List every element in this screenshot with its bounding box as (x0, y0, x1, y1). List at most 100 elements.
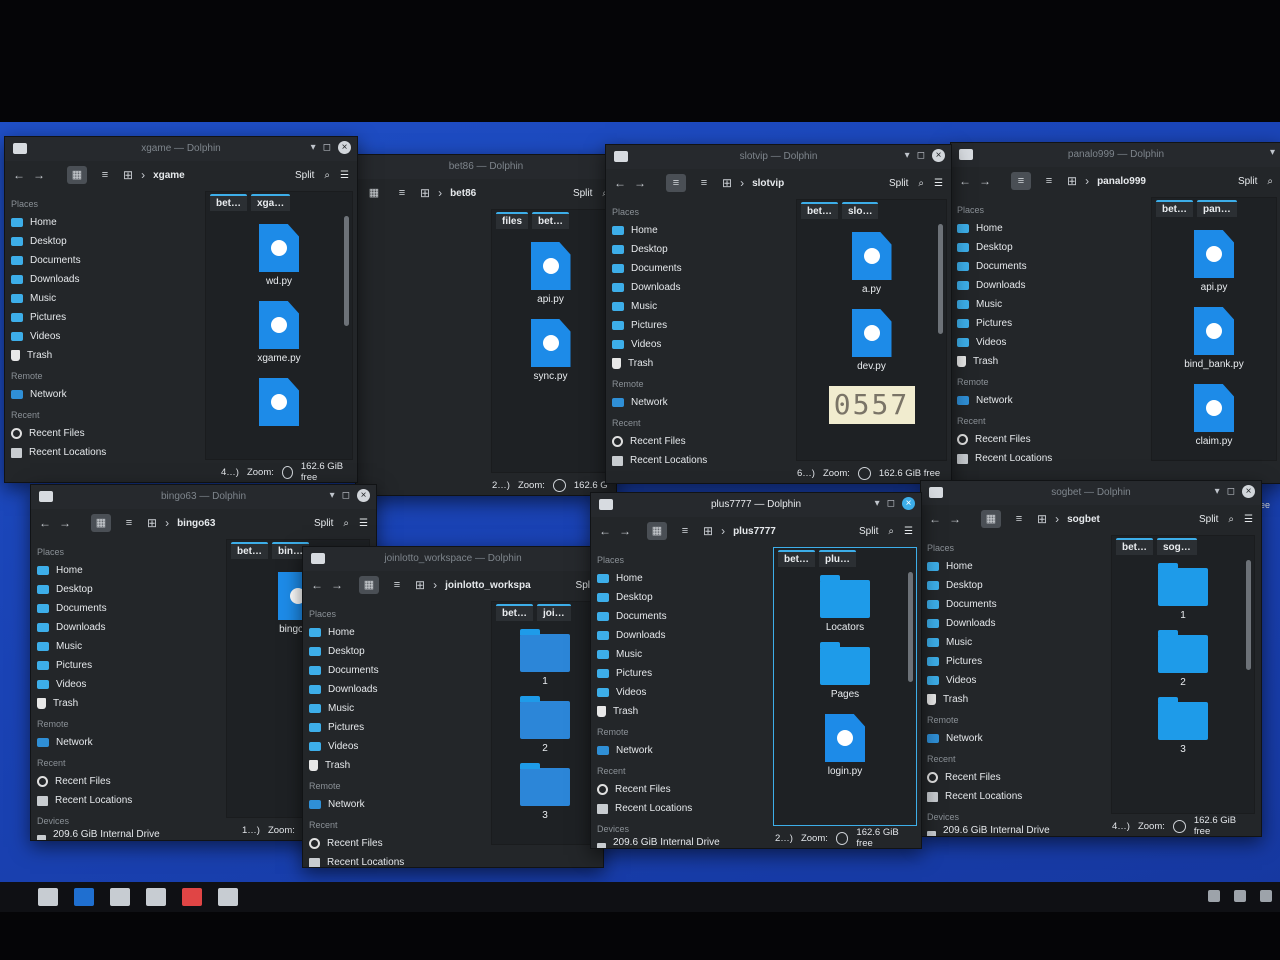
places-item-network[interactable]: Network (309, 795, 459, 814)
folder-item[interactable]: Pages (820, 642, 870, 700)
back-icon[interactable]: ← (929, 512, 941, 526)
tab[interactable]: pan… (1197, 199, 1237, 217)
breadcrumb[interactable]: plus7777 (733, 526, 776, 537)
tab[interactable]: bet… (1156, 199, 1193, 217)
details-view-icon[interactable]: ≡ (119, 514, 139, 532)
folder-item[interactable]: 2 (1158, 630, 1208, 688)
tab[interactable]: bet… (210, 193, 247, 211)
network-icon[interactable] (1260, 890, 1272, 902)
places-item-trash[interactable]: Trash (927, 690, 1077, 709)
places-item-pictures[interactable]: Pictures (927, 652, 1077, 671)
places-item-drive[interactable]: 209.6 GiB Internal Drive (nvme0n1… (37, 829, 187, 840)
file-item[interactable]: sync.py (530, 319, 571, 382)
breadcrumb[interactable]: slotvip (752, 178, 784, 189)
places-item-downloads[interactable]: Downloads (597, 626, 747, 645)
places-item-trash[interactable]: Trash (957, 352, 1107, 371)
maximize-icon[interactable]: ◻ (1227, 486, 1235, 497)
file-item[interactable]: api.py (1194, 230, 1234, 293)
places-item-downloads[interactable]: Downloads (927, 614, 1077, 633)
places-item-documents[interactable]: Documents (37, 599, 187, 618)
places-item-music[interactable]: Music (11, 289, 161, 308)
close-icon[interactable]: × (338, 141, 351, 154)
scrollbar[interactable] (908, 572, 913, 682)
places-item-music[interactable]: Music (597, 645, 747, 664)
places-item-network[interactable]: Network (11, 385, 161, 404)
close-icon[interactable]: × (932, 149, 945, 162)
icons-view-icon[interactable]: ▦ (647, 522, 667, 540)
places-item-pictures[interactable]: Pictures (11, 308, 161, 327)
places-item-documents[interactable]: Documents (309, 661, 459, 680)
minimize-icon[interactable]: ▾ (330, 490, 335, 501)
file-pane[interactable]: files bet… api.py sync.py (491, 209, 610, 473)
places-item-recent-locations[interactable]: Recent Locations (37, 791, 187, 810)
maximize-icon[interactable]: ◻ (323, 142, 331, 153)
dolphin-window-sogbet[interactable]: sogbet — Dolphin ▾ ◻ × ← → ▦ ≡ ⊞ › sogbet … (920, 480, 1262, 837)
folder-item[interactable]: 2 (520, 696, 570, 754)
places-item-documents[interactable]: Documents (927, 595, 1077, 614)
file-item[interactable]: wd.py (259, 224, 299, 287)
file-pane[interactable]: bet… joi… 1 2 3 (491, 601, 599, 845)
places-item-music[interactable]: Music (957, 295, 1107, 314)
places-item-trash[interactable]: Trash (612, 354, 762, 373)
breadcrumb[interactable]: xgame (153, 170, 185, 181)
places-item-trash[interactable]: Trash (309, 756, 459, 775)
title-bar[interactable]: panalo999 — Dolphin ▾ (951, 143, 1280, 167)
desktop-icon[interactable] (74, 888, 94, 906)
terminal-icon[interactable] (110, 888, 130, 906)
location-icon[interactable]: ⊞ (1067, 174, 1077, 188)
dolphin-window-plus7777[interactable]: plus7777 — Dolphin ▾ ◻ × ← → ▦ ≡ ⊞ › plus7… (590, 492, 922, 849)
folder-item[interactable]: Locators (820, 575, 870, 633)
tab[interactable]: bet… (778, 549, 815, 567)
places-item-home[interactable]: Home (309, 623, 459, 642)
places-item-music[interactable]: Music (309, 699, 459, 718)
places-item-desktop[interactable]: Desktop (11, 232, 161, 251)
details-view-icon[interactable]: ≡ (694, 174, 714, 192)
location-icon[interactable]: ⊞ (147, 516, 157, 530)
location-icon[interactable]: ⊞ (123, 168, 133, 182)
forward-icon[interactable]: → (979, 174, 991, 188)
places-item-videos[interactable]: Videos (309, 737, 459, 756)
tab[interactable]: joi… (537, 603, 571, 621)
location-icon[interactable]: ⊞ (703, 524, 713, 538)
places-item-pictures[interactable]: Pictures (957, 314, 1107, 333)
split-button[interactable]: Split (1199, 514, 1218, 525)
maximize-icon[interactable]: ◻ (887, 498, 895, 509)
places-item-pictures[interactable]: Pictures (309, 718, 459, 737)
title-bar[interactable]: bingo63 — Dolphin ▾ ◻ × (31, 485, 376, 509)
search-icon[interactable]: ⌕ (343, 518, 349, 529)
menu-icon[interactable]: ☰ (340, 170, 349, 181)
tab[interactable]: bet… (1116, 537, 1153, 555)
icons-view-icon[interactable]: ≡ (666, 174, 686, 192)
places-item-desktop[interactable]: Desktop (957, 238, 1107, 257)
file-pane[interactable]: bet… plu… Locators Pages login.py (773, 547, 917, 826)
breadcrumb[interactable]: bingo63 (177, 518, 215, 529)
dolphin-window-xgame[interactable]: xgame — Dolphin ▾ ◻ × ← → ▦ ≡ ⊞ › xgame Sp… (4, 136, 358, 483)
places-item-downloads[interactable]: Downloads (957, 276, 1107, 295)
back-icon[interactable]: ← (311, 578, 323, 592)
places-item-pictures[interactable]: Pictures (597, 664, 747, 683)
title-bar[interactable]: bet86 — Dolphin (356, 155, 616, 179)
maximize-icon[interactable]: ◻ (342, 490, 350, 501)
minimize-icon[interactable]: ▾ (905, 150, 910, 161)
tab[interactable]: files (496, 211, 529, 229)
places-item-recent-files[interactable]: Recent Files (309, 834, 459, 853)
menu-icon[interactable]: ☰ (1244, 514, 1253, 525)
places-item-desktop[interactable]: Desktop (37, 580, 187, 599)
file-pane[interactable]: bet… xga… wd.py xgame.py (205, 191, 353, 460)
menu-icon[interactable]: ☰ (934, 178, 943, 189)
location-icon[interactable]: ⊞ (420, 186, 430, 200)
places-item-videos[interactable]: Videos (957, 333, 1107, 352)
zoom-slider-handle[interactable] (552, 478, 566, 492)
tab[interactable]: bet… (231, 541, 268, 559)
places-item-downloads[interactable]: Downloads (37, 618, 187, 637)
split-button[interactable]: Split (859, 526, 878, 537)
places-item-recent-locations[interactable]: Recent Locations (11, 443, 161, 462)
search-icon[interactable]: ⌕ (1228, 514, 1234, 525)
places-item-home[interactable]: Home (957, 219, 1107, 238)
places-item-network[interactable]: Network (957, 391, 1107, 410)
dolphin-window-slotvip[interactable]: slotvip — Dolphin ▾ ◻ × ← → ≡ ≡ ⊞ › slotvi… (605, 144, 952, 484)
search-icon[interactable]: ⌕ (918, 178, 924, 189)
dolphin-window-panalo999[interactable]: panalo999 — Dolphin ▾ ← → ≡ ≡ ⊞ › panalo… (950, 142, 1280, 484)
places-item-music[interactable]: Music (37, 637, 187, 656)
forward-icon[interactable]: → (619, 524, 631, 538)
